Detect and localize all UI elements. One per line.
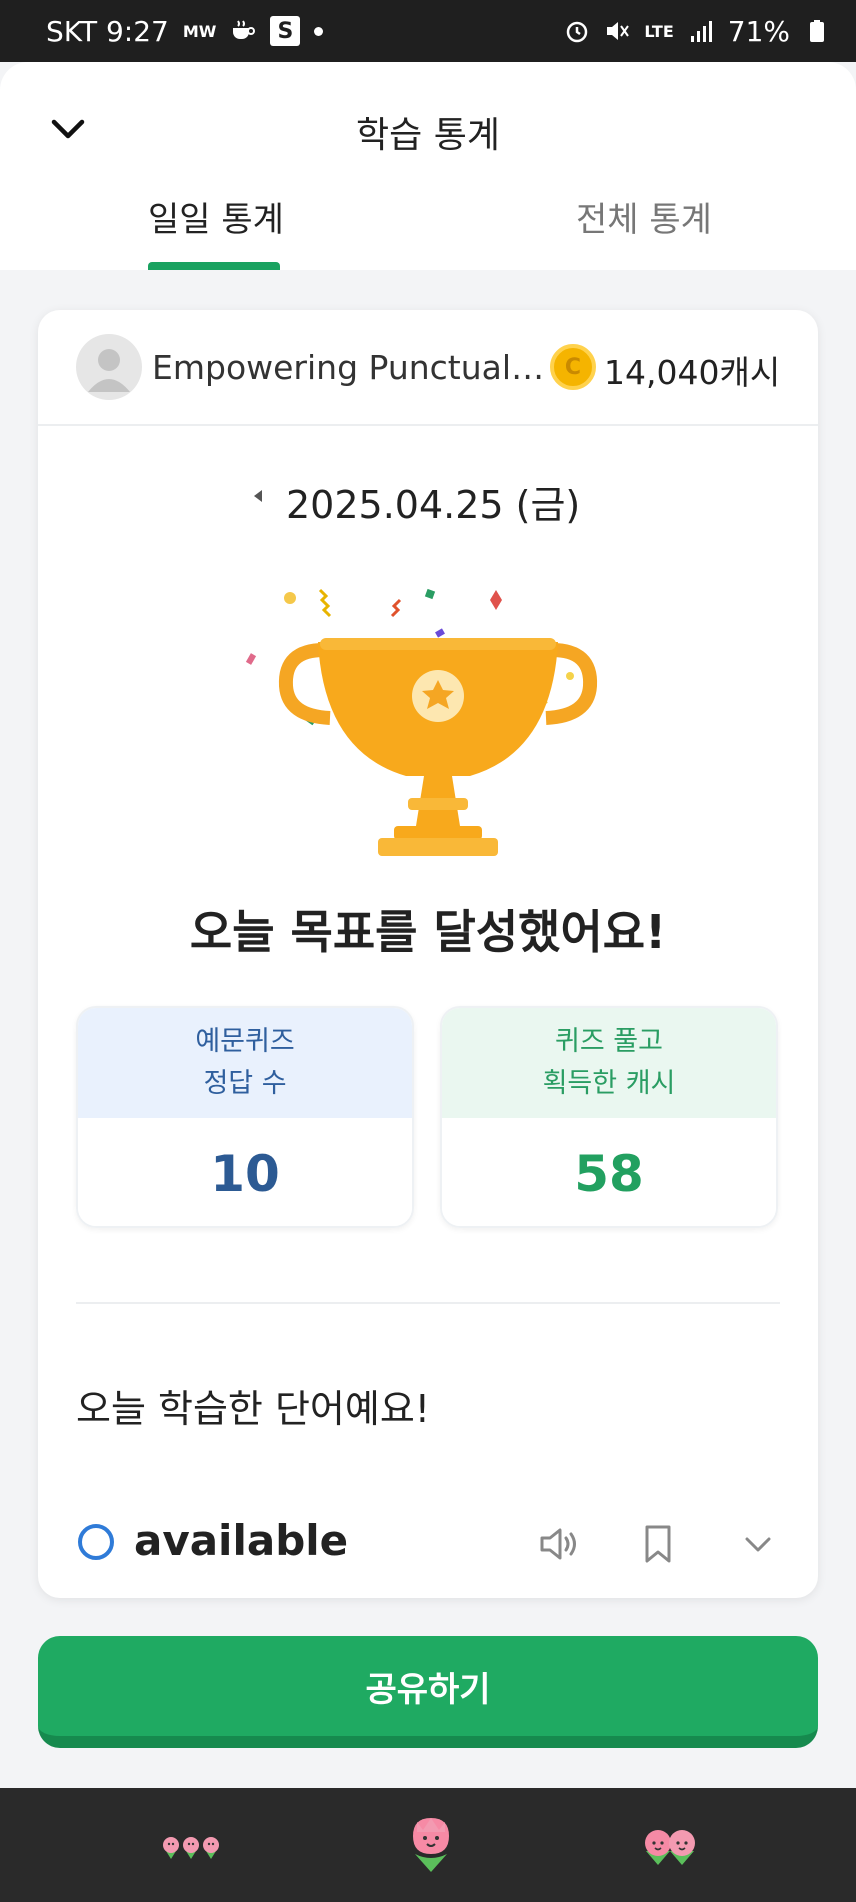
active-tab-indicator [148, 262, 280, 270]
date-text: 2025.04.25 (금) [286, 483, 581, 527]
cash-amount: 14,040캐시 [604, 353, 781, 392]
status-right: LTE 71% [564, 15, 830, 48]
daily-stats-card: Empowering Punctual ... C 14,040캐시 2025.… [38, 310, 818, 1598]
alarm-icon [567, 21, 588, 43]
single-flower-icon [413, 1818, 449, 1872]
header: 학습 통계 일일 통계 전체 통계 [0, 62, 856, 270]
words-section-title: 오늘 학습한 단어예요! [76, 1387, 431, 1431]
nav-single-flower[interactable] [386, 1806, 476, 1884]
previous-date-button[interactable] [238, 476, 278, 516]
three-flowers-icon [163, 1837, 219, 1859]
user-name: Empowering Punctual ... [152, 348, 552, 387]
signal-icon [690, 21, 712, 42]
avatar [76, 334, 142, 400]
stat-value: 58 [442, 1118, 776, 1226]
date-row: 2025.04.25 (금) [38, 470, 818, 527]
bookmark-icon [645, 1525, 671, 1563]
status-carrier-time: SKT 9:27 [46, 14, 169, 48]
stat-label-line2: 정답 수 [203, 1068, 287, 1099]
tab-total-stats[interactable]: 전체 통계 [576, 192, 712, 241]
page-title: 학습 통계 [356, 115, 500, 156]
coin-icon: C [550, 344, 596, 390]
speaker-icon [540, 1528, 576, 1560]
user-placeholder-icon [88, 349, 130, 392]
lte-label: LTE [644, 21, 674, 41]
correct-circle-icon [78, 1524, 114, 1560]
goal-achieved-message: 오늘 목표를 달성했어요! [189, 905, 667, 959]
s-badge: S [270, 16, 301, 46]
status-bar: SKT 9:27 MW S LTE 71% [0, 0, 856, 62]
caret-left-icon [254, 490, 262, 502]
cup-icon [233, 20, 256, 39]
nav-two-flowers[interactable] [626, 1806, 716, 1884]
bottom-nav [0, 1788, 856, 1902]
nav-three-flowers[interactable] [146, 1806, 236, 1884]
notification-dot [314, 26, 324, 36]
trophy-icon [245, 588, 598, 856]
expand-word-button[interactable] [734, 1520, 782, 1568]
mw-label: MW [182, 21, 217, 41]
stat-label-line1: 퀴즈 풀고 [555, 1026, 663, 1057]
stat-label-line2: 획득한 캐시 [542, 1068, 676, 1099]
stat-value: 10 [78, 1118, 412, 1226]
tab-daily-stats[interactable]: 일일 통계 [148, 192, 284, 241]
chevron-down-icon [745, 1537, 771, 1552]
bookmark-button[interactable] [634, 1520, 682, 1568]
earned-cash-stat: 퀴즈 풀고 획득한 캐시 58 [440, 1006, 778, 1228]
correct-answers-stat: 예문퀴즈 정답 수 10 [76, 1006, 414, 1228]
two-flowers-icon [645, 1830, 695, 1865]
pronounce-button[interactable] [534, 1520, 582, 1568]
user-row: Empowering Punctual ... C 14,040캐시 [38, 310, 818, 426]
battery-icon [810, 20, 824, 42]
word-text: available [134, 1516, 349, 1565]
mute-icon [607, 22, 630, 40]
word-row[interactable]: available [38, 1506, 818, 1578]
battery-text: 71% [727, 14, 790, 48]
status-left: SKT 9:27 MW S [46, 14, 324, 48]
stat-label-line1: 예문퀴즈 [195, 1026, 295, 1057]
divider [76, 1302, 780, 1304]
stat-label: 예문퀴즈 정답 수 [78, 1008, 412, 1118]
share-button[interactable]: 공유하기 [38, 1636, 818, 1748]
stat-label: 퀴즈 풀고 획득한 캐시 [442, 1008, 776, 1118]
